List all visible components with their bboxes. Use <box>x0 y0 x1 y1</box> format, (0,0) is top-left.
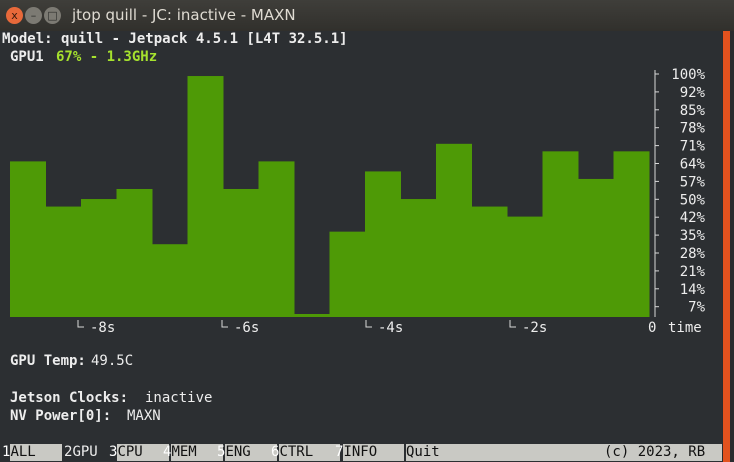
jetson-clocks-label: Jetson Clocks: <box>10 390 129 406</box>
chart-bars <box>10 76 650 317</box>
x-tick <box>365 320 372 328</box>
gpu-load-chart: 100% 92% 85% 78% 71% 64%57% 50% 42% 35% 28% 21% 14%… <box>10 67 706 336</box>
gpu-load-bar <box>365 171 401 317</box>
gpu-load-bar <box>578 178 614 317</box>
y-tick-label: 14% <box>680 282 706 298</box>
tab-all[interactable]: 1ALL <box>2 444 36 461</box>
gpu-load-bar <box>329 231 366 317</box>
x-tick <box>77 320 84 328</box>
gpu-load-bar <box>152 244 188 317</box>
y-tick-label: 92% <box>680 85 706 101</box>
nvpower-value: MAXN <box>127 408 161 424</box>
gpu-load-bar <box>258 161 295 317</box>
y-tick-label: 64% <box>680 157 706 173</box>
y-tick-label: 21% <box>680 264 706 280</box>
y-tick-label: 7% <box>688 300 705 316</box>
gpu-load-bar <box>471 206 508 317</box>
y-tick-label: 71% <box>680 139 706 155</box>
tab-label: ALL <box>10 444 36 460</box>
gpu-load-bar <box>400 199 437 317</box>
scrollbar-thumb[interactable] <box>723 31 730 462</box>
tab-cpu[interactable]: 3CPU <box>109 444 143 461</box>
tab-label: INFO <box>343 444 378 460</box>
quit-label: Quit <box>406 444 440 460</box>
quit-button[interactable]: Quit <box>406 444 440 461</box>
gpu-load-bar <box>507 216 543 317</box>
tab-mem[interactable]: 4MEM <box>163 444 197 461</box>
tab-label: CPU <box>117 444 143 460</box>
tab-label: ENG <box>225 444 251 460</box>
x-tick-label: -6s <box>234 320 259 336</box>
y-tick-label: 57% <box>680 174 706 190</box>
tab-gpu[interactable]: 2GPU <box>64 444 98 461</box>
tab-label: MEM <box>171 444 197 460</box>
gpu-load-bar <box>81 199 117 317</box>
x-tick-label: -4s <box>378 320 403 336</box>
y-tick-label: 28% <box>680 246 706 262</box>
y-tick-label: 78% <box>680 121 706 137</box>
gpu-load-bar <box>45 206 82 317</box>
gpu-load-bar <box>116 188 153 317</box>
gpu-load-bar <box>187 76 224 317</box>
x-tick-label: -2s <box>522 320 547 336</box>
tab-label: GPU <box>72 444 98 460</box>
jetson-clocks-value: inactive <box>145 390 213 406</box>
x-tick-label: -8s <box>90 320 115 336</box>
x-axis-label: time <box>668 320 702 336</box>
gpu-load-bar <box>542 151 579 317</box>
x-tick-label: 0 <box>648 320 656 336</box>
y-tick-label: 35% <box>680 228 706 244</box>
y-tick-label: 100% <box>671 67 705 83</box>
gpu-temp-value: 49.5C <box>91 353 134 369</box>
x-tick <box>509 320 516 328</box>
x-tick <box>221 320 228 328</box>
y-tick-label: 50% <box>680 192 706 208</box>
nvpower-label: NV Power[0]: <box>10 408 112 424</box>
tab-eng[interactable]: 5ENG <box>217 444 251 461</box>
tab-label: CTRL <box>279 444 314 460</box>
y-tick-label: 42% <box>680 210 706 226</box>
gpu-load-bar <box>613 151 650 317</box>
tab-ctrl[interactable]: 6CTRL <box>271 444 313 461</box>
y-tick-label: 85% <box>680 103 706 119</box>
gpu-load-bar <box>294 314 330 317</box>
gpu-load-bar <box>223 188 259 317</box>
gpu-temp-label: GPU Temp: <box>10 353 86 369</box>
gpu-load-bar <box>436 143 472 317</box>
tab-info[interactable]: 7INFO <box>335 444 377 461</box>
copyright: (c) 2023, RB <box>604 444 706 460</box>
gpu-load-bar <box>10 161 46 317</box>
